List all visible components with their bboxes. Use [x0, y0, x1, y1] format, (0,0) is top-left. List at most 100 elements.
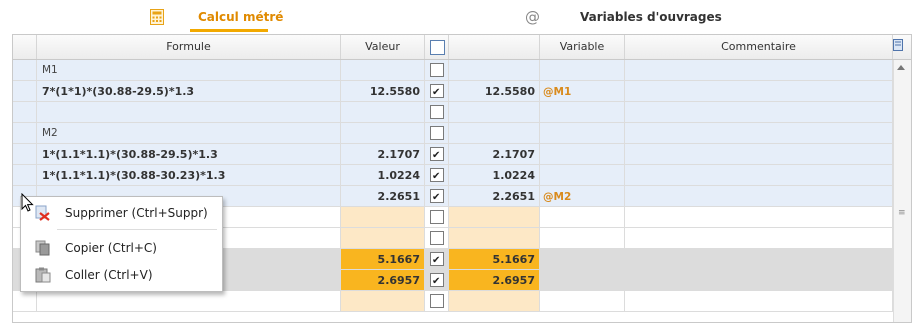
variable-cell[interactable]: [540, 60, 625, 81]
variable-cell[interactable]: [540, 144, 625, 165]
row-checkbox[interactable]: [430, 126, 444, 140]
commentaire-cell[interactable]: [625, 123, 893, 144]
variable-cell[interactable]: [540, 102, 625, 123]
valeur-cell: 2.1707: [341, 144, 425, 165]
row-indicator[interactable]: [13, 60, 37, 81]
row-indicator[interactable]: [13, 291, 37, 312]
checkbox-cell[interactable]: [425, 291, 449, 312]
variable-cell[interactable]: [540, 249, 625, 270]
menu-item-copier-label: Copier (Ctrl+C): [65, 241, 157, 255]
grid-header: Formule Valeur Variable Commentaire: [13, 35, 911, 60]
row-checkbox[interactable]: [430, 145, 444, 164]
row-checkbox[interactable]: [430, 187, 444, 206]
delete-icon: [35, 205, 50, 221]
table-row[interactable]: 1*(1.1*1.1)*(30.88-30.23)*1.31.02241.022…: [13, 165, 893, 186]
commentaire-cell[interactable]: [625, 270, 893, 291]
scrollbar-grip-icon[interactable]: ≡: [898, 209, 906, 218]
row-checkbox[interactable]: [430, 210, 444, 224]
valeur-cell: [341, 207, 425, 228]
row-checkbox[interactable]: [430, 231, 444, 245]
header-commentaire[interactable]: Commentaire: [625, 35, 893, 59]
commentaire-cell[interactable]: [625, 165, 893, 186]
variable-cell[interactable]: [540, 270, 625, 291]
table-row[interactable]: [13, 291, 893, 312]
tab-variables-ouvrages-label: Variables d'ouvrages: [580, 10, 722, 24]
checkbox-cell[interactable]: [425, 165, 449, 186]
checkbox-cell[interactable]: [425, 60, 449, 81]
commentaire-cell[interactable]: [625, 249, 893, 270]
formule-cell[interactable]: [37, 102, 341, 123]
checkbox-cell[interactable]: [425, 123, 449, 144]
row-indicator[interactable]: [13, 144, 37, 165]
active-tab-indicator: [190, 29, 268, 32]
formule-cell[interactable]: M1: [37, 60, 341, 81]
select-all-checkbox[interactable]: [430, 40, 445, 55]
tab-variables-ouvrages[interactable]: @ Variables d'ouvrages: [525, 0, 722, 34]
table-row[interactable]: M2: [13, 123, 893, 144]
variable-value-cell: [449, 123, 540, 144]
vertical-scrollbar[interactable]: ≡: [893, 60, 911, 322]
variable-cell[interactable]: [540, 123, 625, 144]
commentaire-cell[interactable]: [625, 186, 893, 207]
commentaire-cell[interactable]: [625, 228, 893, 249]
menu-item-supprimer-label: Supprimer (Ctrl+Suppr): [65, 206, 208, 220]
menu-item-supprimer[interactable]: Supprimer (Ctrl+Suppr): [21, 201, 222, 225]
row-checkbox[interactable]: [430, 166, 444, 185]
checkbox-cell[interactable]: [425, 249, 449, 270]
checkbox-cell[interactable]: [425, 186, 449, 207]
row-checkbox[interactable]: [430, 82, 444, 101]
column-settings-icon[interactable]: [893, 39, 903, 51]
commentaire-cell[interactable]: [625, 291, 893, 312]
variable-cell[interactable]: [540, 291, 625, 312]
checkbox-cell[interactable]: [425, 270, 449, 291]
scroll-up-arrow-icon[interactable]: [897, 65, 905, 70]
row-checkbox[interactable]: [430, 294, 444, 308]
commentaire-cell[interactable]: [625, 102, 893, 123]
valeur-cell: 12.5580: [341, 81, 425, 102]
commentaire-cell[interactable]: [625, 60, 893, 81]
variable-value-cell: 1.0224: [449, 165, 540, 186]
formule-cell[interactable]: 7*(1*1)*(30.88-29.5)*1.3: [37, 81, 341, 102]
variable-cell[interactable]: [540, 228, 625, 249]
row-checkbox[interactable]: [430, 105, 444, 119]
calculator-icon: [150, 9, 164, 25]
header-valeur[interactable]: Valeur: [341, 35, 425, 59]
row-indicator[interactable]: [13, 102, 37, 123]
checkbox-cell[interactable]: [425, 144, 449, 165]
header-variable[interactable]: Variable: [540, 35, 625, 59]
menu-item-coller[interactable]: Coller (Ctrl+V): [21, 263, 222, 287]
formule-cell[interactable]: [37, 291, 341, 312]
commentaire-cell[interactable]: [625, 144, 893, 165]
variable-value-cell: [449, 207, 540, 228]
variable-cell[interactable]: @M1: [540, 81, 625, 102]
commentaire-cell[interactable]: [625, 207, 893, 228]
checkbox-cell[interactable]: [425, 228, 449, 249]
checkbox-cell[interactable]: [425, 102, 449, 123]
context-menu: Supprimer (Ctrl+Suppr) Copier (Ctrl+C) C…: [20, 196, 223, 292]
tab-calcul-metre[interactable]: Calcul métré: [150, 0, 283, 34]
commentaire-cell[interactable]: [625, 81, 893, 102]
formule-cell[interactable]: 1*(1.1*1.1)*(30.88-30.23)*1.3: [37, 165, 341, 186]
formule-cell[interactable]: 1*(1.1*1.1)*(30.88-29.5)*1.3: [37, 144, 341, 165]
variable-cell[interactable]: @M2: [540, 186, 625, 207]
table-row[interactable]: [13, 102, 893, 123]
row-checkbox[interactable]: [430, 250, 444, 269]
checkbox-cell[interactable]: [425, 207, 449, 228]
row-indicator[interactable]: [13, 81, 37, 102]
variable-value-cell: [449, 228, 540, 249]
variable-cell[interactable]: [540, 207, 625, 228]
variable-cell[interactable]: [540, 165, 625, 186]
row-checkbox[interactable]: [430, 63, 444, 77]
variable-value-cell: 2.2651: [449, 186, 540, 207]
header-formule[interactable]: Formule: [37, 35, 341, 59]
row-checkbox[interactable]: [430, 271, 444, 290]
table-row[interactable]: 7*(1*1)*(30.88-29.5)*1.312.558012.5580@M…: [13, 81, 893, 102]
checkbox-cell[interactable]: [425, 81, 449, 102]
table-row[interactable]: 1*(1.1*1.1)*(30.88-29.5)*1.32.17072.1707: [13, 144, 893, 165]
variable-value-cell: [449, 102, 540, 123]
menu-item-copier[interactable]: Copier (Ctrl+C): [21, 236, 222, 260]
row-indicator[interactable]: [13, 165, 37, 186]
row-indicator[interactable]: [13, 123, 37, 144]
table-row[interactable]: M1: [13, 60, 893, 81]
formule-cell[interactable]: M2: [37, 123, 341, 144]
